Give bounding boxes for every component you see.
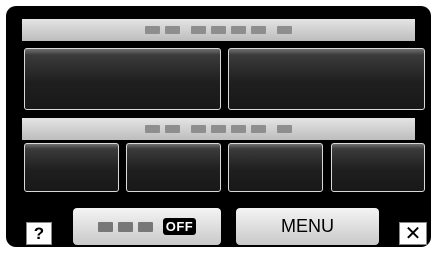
help-button[interactable]: ? [26, 222, 52, 245]
header-placeholder-text [145, 26, 292, 34]
menu-button-label: MENU [281, 216, 334, 236]
close-button[interactable]: ✕ [399, 222, 427, 245]
option-button-3[interactable] [24, 143, 119, 192]
section-bar [22, 118, 415, 140]
menu-button[interactable]: MENU [236, 208, 379, 245]
header-bar [22, 19, 415, 41]
toggle-placeholder-text [97, 221, 153, 232]
question-icon: ? [33, 223, 45, 243]
section-placeholder-text [145, 125, 292, 133]
option-button-4[interactable] [126, 143, 221, 192]
toggle-button[interactable]: OFF [73, 208, 221, 245]
close-icon: ✕ [404, 222, 422, 245]
option-button-2[interactable] [228, 48, 425, 110]
toggle-state-badge: OFF [162, 218, 197, 235]
option-button-5[interactable] [228, 143, 323, 192]
option-button-1[interactable] [24, 48, 221, 110]
option-button-6[interactable] [331, 143, 425, 192]
lcd-screen: ? OFF MENU ✕ [6, 6, 431, 247]
